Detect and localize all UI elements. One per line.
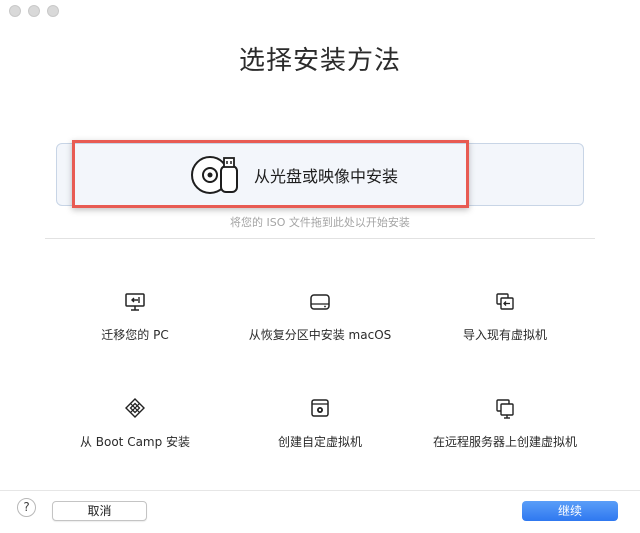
import-vm-icon bbox=[496, 293, 514, 310]
continue-button[interactable]: 继续 bbox=[522, 501, 618, 521]
drive-icon bbox=[310, 294, 330, 310]
drop-hint: 将您的 ISO 文件拖到此处以开始安装 bbox=[230, 216, 410, 229]
option-import-vm[interactable]: 导入现有虚拟机 bbox=[410, 292, 600, 343]
option-remote-server[interactable]: 在远程服务器上创建虚拟机 bbox=[410, 397, 600, 450]
option-label: 在远程服务器上创建虚拟机 bbox=[432, 435, 577, 449]
custom-vm-icon bbox=[311, 399, 329, 417]
option-label: 从恢复分区中安装 macOS bbox=[248, 328, 392, 342]
option-label: 迁移您的 PC bbox=[101, 328, 169, 342]
traffic-lights bbox=[9, 5, 59, 17]
close-window-button[interactable] bbox=[9, 5, 21, 17]
cancel-button[interactable]: 取消 bbox=[52, 501, 147, 521]
remote-server-icon bbox=[496, 399, 514, 419]
page-title: 选择安装方法 bbox=[238, 46, 401, 76]
option-label: 创建自定虚拟机 bbox=[277, 435, 362, 449]
help-button[interactable]: ? bbox=[17, 498, 36, 517]
footer-divider bbox=[0, 490, 640, 491]
minimize-window-button[interactable] bbox=[28, 5, 40, 17]
option-migrate-pc[interactable]: 迁移您的 PC bbox=[40, 292, 230, 343]
install-from-disc-label: 从光盘或映像中安装 bbox=[254, 167, 399, 186]
install-method-window: 选择安装方法 从光盘或映像中安装 将您的 ISO 文件拖到此处以开始安装 迁移您… bbox=[0, 0, 640, 533]
option-bootcamp[interactable]: 从 Boot Camp 安装 bbox=[40, 397, 230, 450]
option-label: 导入现有虚拟机 bbox=[462, 328, 547, 342]
bootcamp-icon bbox=[125, 398, 145, 418]
option-recovery-macos[interactable]: 从恢复分区中安装 macOS bbox=[225, 292, 415, 343]
divider bbox=[45, 238, 595, 239]
zoom-window-button[interactable] bbox=[47, 5, 59, 17]
option-label: 从 Boot Camp 安装 bbox=[79, 435, 191, 449]
option-custom-vm[interactable]: 创建自定虚拟机 bbox=[225, 397, 415, 450]
monitor-migrate-icon bbox=[125, 293, 145, 311]
install-from-disc-button[interactable]: 从光盘或映像中安装 bbox=[190, 154, 398, 196]
disc-usb-icon bbox=[191, 156, 238, 194]
